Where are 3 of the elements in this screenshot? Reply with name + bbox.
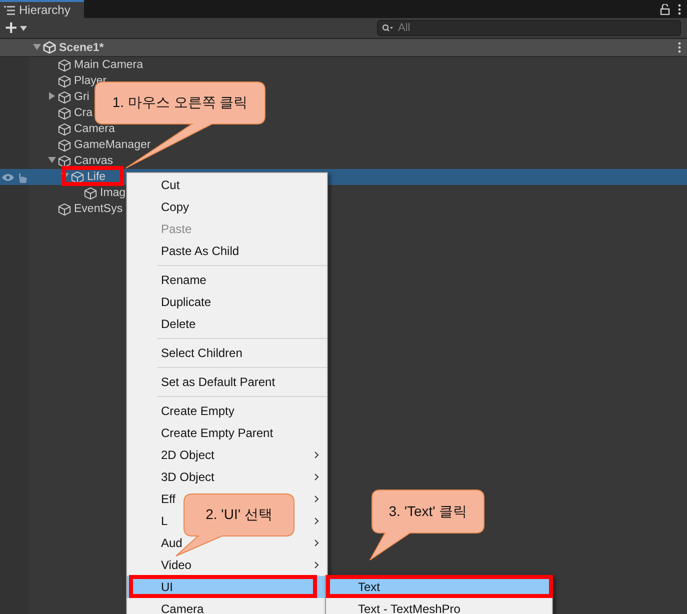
callout-text: 1. 마우스 오른쪽 클릭: [112, 94, 248, 112]
callout-text: 3. 'Text' 클릭: [388, 502, 468, 520]
callout-text: 2. 'UI' 선택: [206, 506, 272, 524]
